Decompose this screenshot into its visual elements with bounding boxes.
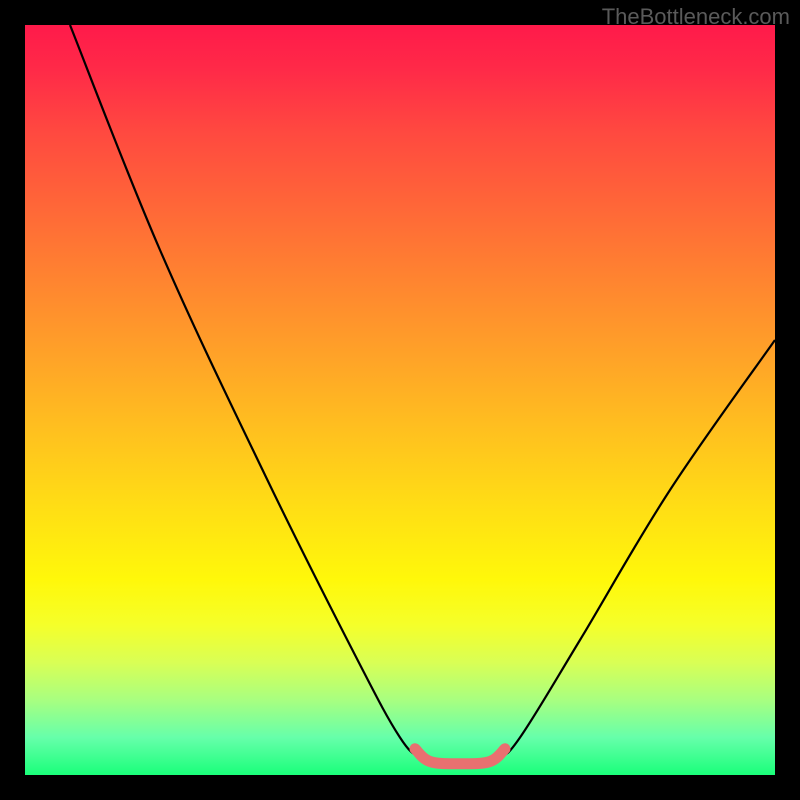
chart-plot-area <box>25 25 775 775</box>
watermark-text: TheBottleneck.com <box>602 4 790 30</box>
chart-svg <box>25 25 775 775</box>
optimal-zone-marker-path <box>415 749 505 764</box>
bottleneck-curve-path <box>70 25 775 765</box>
